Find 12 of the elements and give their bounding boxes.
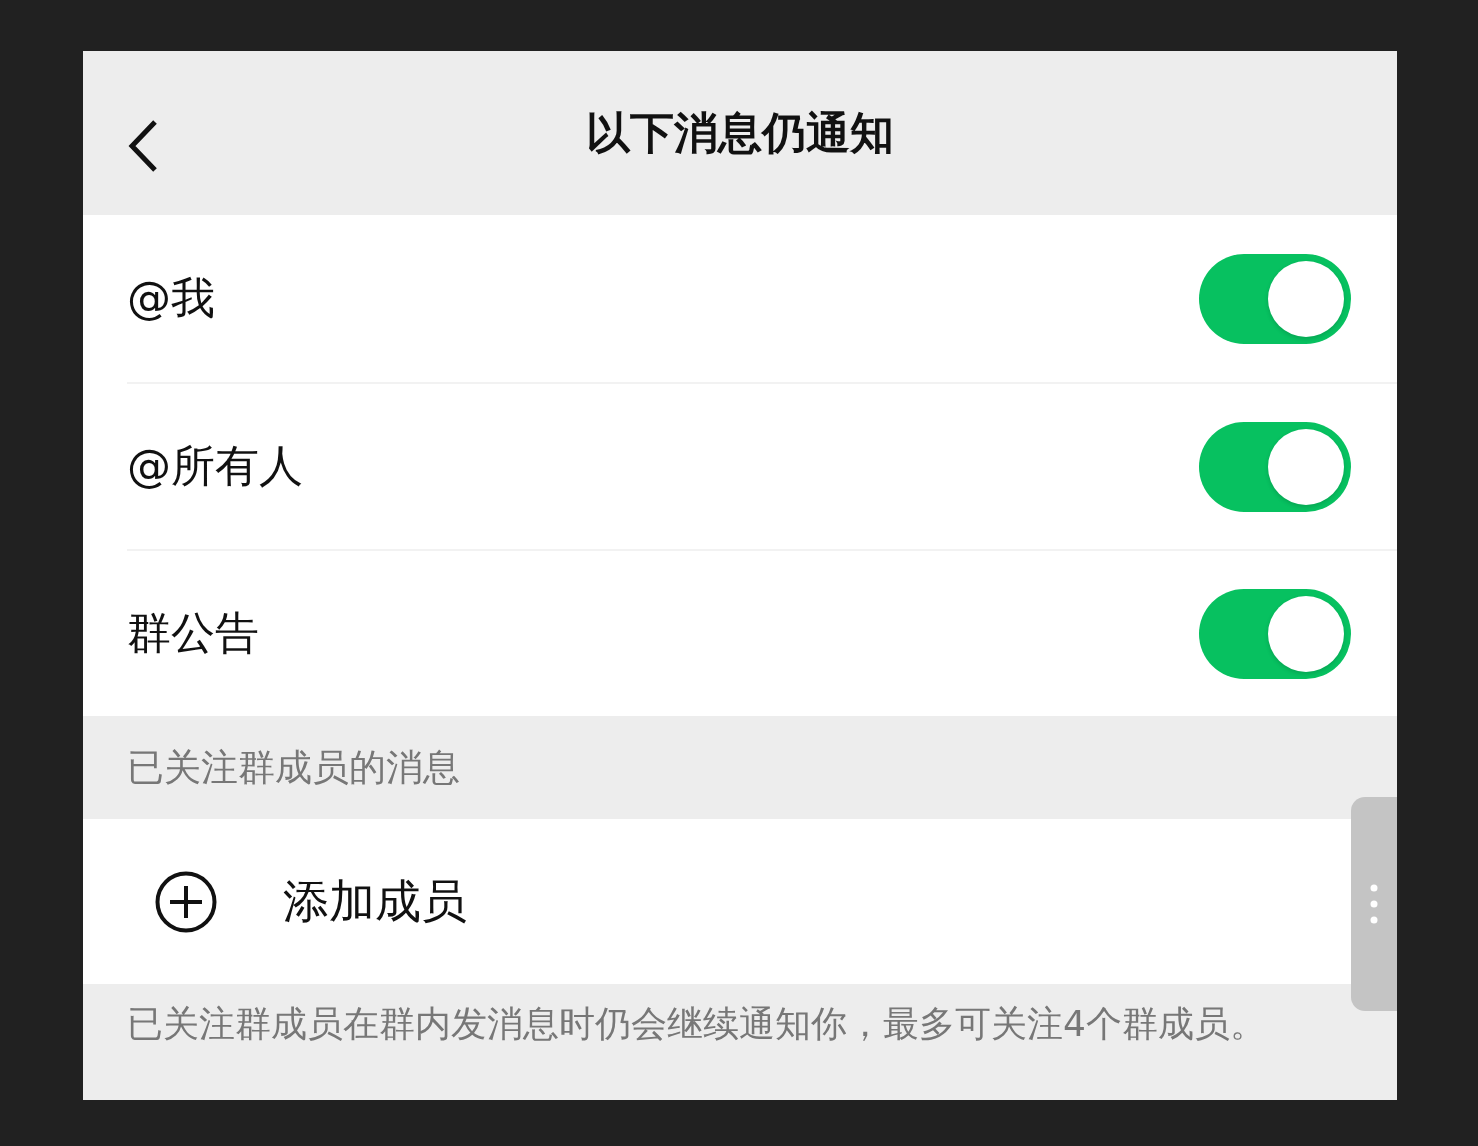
footnote-text: 已关注群成员在群内发消息时仍会继续通知你，最多可关注4个群成员。	[126, 1002, 1267, 1046]
dots-icon	[1370, 884, 1378, 924]
back-icon[interactable]	[127, 119, 159, 173]
section-title: 已关注群成员的消息	[126, 744, 461, 791]
add-member-label: 添加成员	[283, 872, 467, 930]
page-title: 以下消息仍通知	[586, 105, 894, 160]
setting-label: 群公告	[127, 606, 259, 660]
plus-circle-icon	[155, 870, 217, 933]
setting-label: @所有人	[127, 439, 303, 493]
side-handle[interactable]	[1351, 797, 1397, 1011]
setting-label: @我	[127, 271, 215, 325]
add-member-button[interactable]: 添加成员	[155, 870, 467, 933]
